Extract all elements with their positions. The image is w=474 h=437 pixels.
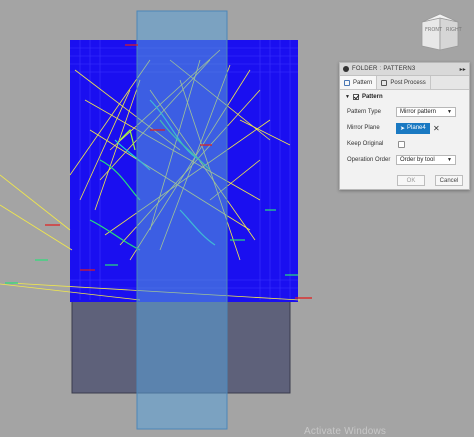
mirror-plane-overlay — [136, 10, 228, 430]
dialog-title-bar[interactable]: FOLDER : PATTERN3 ▸▸ — [340, 63, 469, 76]
keep-original-row: Keep Original — [340, 136, 469, 152]
ok-button[interactable]: OK — [397, 175, 425, 186]
operation-order-label: Operation Order — [347, 157, 391, 163]
pattern-tab-icon — [344, 79, 350, 86]
post-process-tab-icon — [381, 79, 388, 86]
view-cube-front-label[interactable]: FRONT — [425, 27, 442, 33]
dialog-title-icon — [343, 66, 349, 72]
collapse-dialog-icon[interactable]: ▸▸ — [460, 66, 466, 73]
pattern-type-select[interactable]: Mirror pattern ▼ — [396, 107, 456, 117]
tab-post-process-label: Post Process — [390, 79, 426, 86]
pattern-type-row: Pattern Type Mirror pattern ▼ — [340, 104, 469, 120]
breadcrumb-folder: FOLDER — [352, 66, 378, 72]
operation-order-value: Order by tool — [400, 157, 435, 163]
pattern-section-checkbox[interactable] — [352, 94, 359, 100]
chevron-down-icon: ▼ — [447, 157, 452, 163]
tab-post-process[interactable]: Post Process — [377, 76, 431, 89]
pattern-section-label: Pattern — [361, 94, 383, 100]
pattern-type-value: Mirror pattern — [400, 109, 437, 115]
view-cube-right-label[interactable]: RIGHT — [446, 27, 462, 33]
mirror-plane-selection-button[interactable]: ➤ Plane4 — [396, 122, 430, 134]
collapse-triangle-icon[interactable]: ▼ — [345, 94, 350, 100]
mirror-plane-row: Mirror Plane ➤ Plane4 ✕ — [340, 120, 469, 136]
clear-selection-icon[interactable]: ✕ — [433, 124, 440, 133]
keep-original-label: Keep Original — [347, 141, 384, 147]
tab-pattern[interactable]: Pattern — [340, 76, 378, 89]
keep-original-checkbox[interactable] — [398, 140, 405, 148]
breadcrumb-pattern: PATTERN3 — [383, 66, 416, 72]
activate-windows-watermark: Activate Windows — [304, 426, 387, 437]
mirror-plane-label: Mirror Plane — [347, 125, 380, 131]
tab-pattern-label: Pattern — [353, 79, 373, 86]
view-cube[interactable]: FRONT RIGHT — [418, 10, 462, 54]
pattern-type-label: Pattern Type — [347, 109, 381, 115]
operation-order-select[interactable]: Order by tool ▼ — [396, 155, 456, 165]
select-cursor-icon: ➤ — [400, 125, 406, 132]
dialog-tabs: Pattern Post Process — [340, 76, 469, 90]
breadcrumb-separator: : — [379, 66, 382, 72]
dialog-buttons: OK Cancel — [340, 175, 469, 186]
cancel-button[interactable]: Cancel — [435, 175, 463, 186]
pattern-section-header[interactable]: ▼ Pattern — [340, 90, 469, 104]
chevron-down-icon: ▼ — [447, 109, 452, 115]
mirror-plane-value: Plane4 — [407, 125, 426, 131]
operation-order-row: Operation Order Order by tool ▼ — [340, 152, 469, 168]
pattern-dialog: FOLDER : PATTERN3 ▸▸ Pattern Post Proces… — [339, 62, 470, 190]
